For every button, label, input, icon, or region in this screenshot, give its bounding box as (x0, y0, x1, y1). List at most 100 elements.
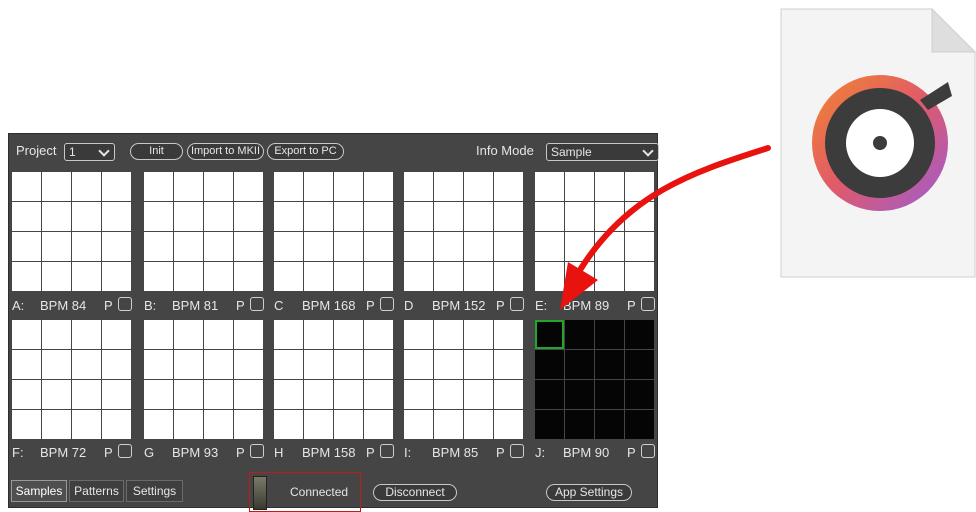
bank-p-checkbox[interactable] (250, 444, 264, 458)
pad[interactable] (102, 320, 131, 349)
pad[interactable] (565, 232, 594, 261)
pad[interactable] (464, 410, 493, 439)
pad[interactable] (304, 232, 333, 261)
pad[interactable] (12, 380, 41, 409)
pad[interactable] (144, 172, 173, 201)
pad[interactable] (72, 410, 101, 439)
pad[interactable] (204, 380, 233, 409)
pad[interactable] (174, 202, 203, 231)
pad[interactable] (304, 202, 333, 231)
audio-file-icon[interactable] (780, 8, 976, 278)
pad[interactable] (304, 380, 333, 409)
pad[interactable] (42, 202, 71, 231)
pad[interactable] (565, 410, 594, 439)
pad[interactable] (625, 262, 654, 291)
pad[interactable] (204, 202, 233, 231)
pad[interactable] (625, 320, 654, 349)
pad[interactable] (595, 410, 624, 439)
pad[interactable] (304, 410, 333, 439)
bank-p-checkbox[interactable] (510, 297, 524, 311)
pad[interactable] (334, 202, 363, 231)
pad[interactable] (494, 350, 523, 379)
pad[interactable] (625, 350, 654, 379)
pad[interactable] (274, 410, 303, 439)
pad[interactable] (174, 232, 203, 261)
pad[interactable] (364, 172, 393, 201)
pad[interactable] (334, 262, 363, 291)
pad[interactable] (565, 380, 594, 409)
pad[interactable] (434, 350, 463, 379)
pad[interactable] (434, 320, 463, 349)
pad[interactable] (535, 172, 564, 201)
pad[interactable] (625, 232, 654, 261)
pad[interactable] (174, 380, 203, 409)
pad[interactable] (72, 172, 101, 201)
pad[interactable] (434, 380, 463, 409)
pad[interactable] (595, 172, 624, 201)
pad[interactable] (42, 232, 71, 261)
import-to-mkii-button[interactable]: Import to MKII (187, 143, 264, 160)
pad[interactable] (464, 350, 493, 379)
pad[interactable] (364, 202, 393, 231)
pad[interactable] (12, 262, 41, 291)
pad[interactable] (404, 350, 433, 379)
pad[interactable] (625, 202, 654, 231)
pad[interactable] (404, 320, 433, 349)
pad[interactable] (464, 202, 493, 231)
pad[interactable] (12, 350, 41, 379)
bank-p-checkbox[interactable] (510, 444, 524, 458)
pad[interactable] (12, 172, 41, 201)
pad[interactable] (12, 232, 41, 261)
pad[interactable] (12, 202, 41, 231)
pad[interactable] (565, 202, 594, 231)
project-select[interactable]: 1 (64, 143, 115, 161)
pad[interactable] (174, 172, 203, 201)
tab-settings[interactable]: Settings (126, 480, 183, 502)
pad[interactable] (535, 262, 564, 291)
pad[interactable] (234, 262, 263, 291)
pad[interactable] (434, 262, 463, 291)
pad[interactable] (334, 320, 363, 349)
disconnect-button[interactable]: Disconnect (373, 484, 457, 501)
pad[interactable] (494, 262, 523, 291)
pad[interactable] (535, 410, 564, 439)
pad[interactable] (274, 320, 303, 349)
pad[interactable] (144, 232, 173, 261)
pad[interactable] (364, 232, 393, 261)
pad[interactable] (144, 262, 173, 291)
bank-p-checkbox[interactable] (641, 297, 655, 311)
pad[interactable] (42, 172, 71, 201)
info-mode-select[interactable]: Sample (546, 143, 659, 161)
pad[interactable] (234, 320, 263, 349)
pad[interactable] (595, 380, 624, 409)
pad[interactable] (334, 410, 363, 439)
pad[interactable] (204, 320, 233, 349)
pad[interactable] (144, 320, 173, 349)
init-button[interactable]: Init (130, 143, 183, 160)
pad[interactable] (304, 172, 333, 201)
pad[interactable] (102, 202, 131, 231)
pad[interactable] (535, 232, 564, 261)
pad[interactable] (274, 232, 303, 261)
pad[interactable] (535, 380, 564, 409)
pad[interactable] (625, 380, 654, 409)
pad[interactable] (234, 410, 263, 439)
pad[interactable] (595, 232, 624, 261)
pad[interactable] (464, 262, 493, 291)
pad[interactable] (404, 232, 433, 261)
pad[interactable] (434, 410, 463, 439)
pad[interactable] (144, 202, 173, 231)
pad[interactable] (304, 350, 333, 379)
pad[interactable] (404, 410, 433, 439)
pad[interactable] (42, 262, 71, 291)
pad[interactable] (102, 172, 131, 201)
pad[interactable] (625, 410, 654, 439)
pad[interactable] (464, 232, 493, 261)
pad[interactable] (494, 410, 523, 439)
export-to-pc-button[interactable]: Export to PC (267, 143, 344, 160)
pad[interactable] (274, 172, 303, 201)
pad[interactable] (434, 202, 463, 231)
pad[interactable] (565, 172, 594, 201)
pad[interactable] (102, 232, 131, 261)
pad[interactable] (174, 262, 203, 291)
